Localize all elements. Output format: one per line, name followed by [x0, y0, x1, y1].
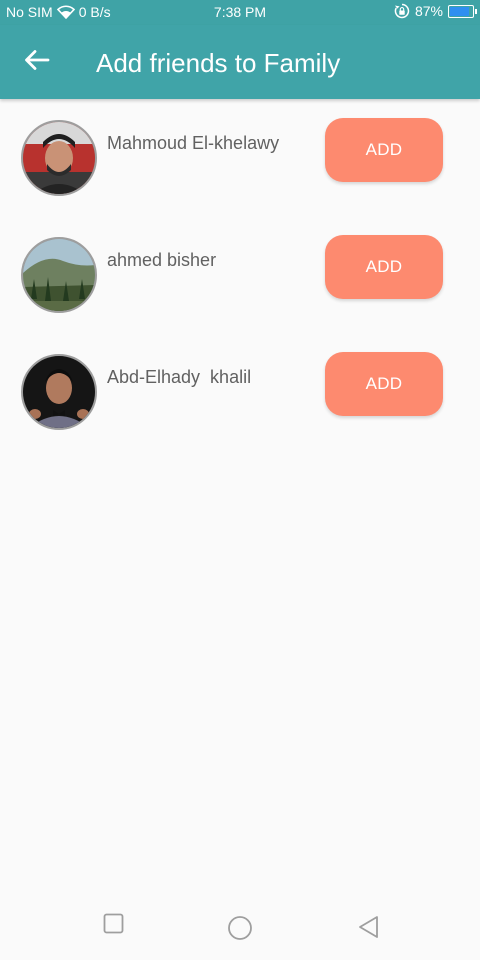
lock-rotate-icon: [394, 3, 410, 19]
person-photo: [23, 122, 95, 194]
status-right: 87%: [394, 3, 477, 19]
landscape-photo: [23, 239, 95, 311]
recent-apps-button[interactable]: [103, 913, 125, 940]
avatar[interactable]: [21, 237, 97, 313]
avatar[interactable]: [21, 354, 97, 430]
battery-percent-text: 87%: [414, 3, 443, 19]
home-icon: [227, 916, 253, 945]
battery-fill: [450, 6, 470, 16]
list-item: Mahmoud El-khelawy ADD: [0, 118, 480, 210]
app-bar: Add friends to Family: [0, 25, 480, 99]
add-button[interactable]: ADD: [325, 352, 443, 416]
back-button[interactable]: [20, 47, 54, 77]
screen: No SIM 0 B/s 7:38 PM 87% Add friends to …: [0, 0, 480, 960]
friend-name: Mahmoud El-khelawy: [107, 133, 280, 153]
friend-name: Abd-Elhady khalil: [107, 367, 252, 387]
battery-icon: [448, 4, 477, 18]
navigation-bar: [0, 895, 480, 960]
home-button[interactable]: [227, 915, 253, 946]
avatar[interactable]: [21, 120, 97, 196]
list-item: Abd-Elhady khalil ADD: [0, 352, 480, 444]
status-bar: No SIM 0 B/s 7:38 PM 87%: [0, 0, 480, 25]
system-back-button[interactable]: [357, 915, 381, 944]
list-item: ahmed bisher ADD: [0, 235, 480, 327]
back-icon: [357, 916, 381, 943]
person-photo: [23, 356, 95, 428]
arrow-left-icon: [24, 49, 50, 76]
add-button[interactable]: ADD: [325, 235, 443, 299]
add-button[interactable]: ADD: [325, 118, 443, 182]
recent-apps-icon: [103, 913, 125, 939]
friend-name: ahmed bisher: [107, 250, 217, 270]
page-title: Add friends to Family: [96, 48, 341, 78]
